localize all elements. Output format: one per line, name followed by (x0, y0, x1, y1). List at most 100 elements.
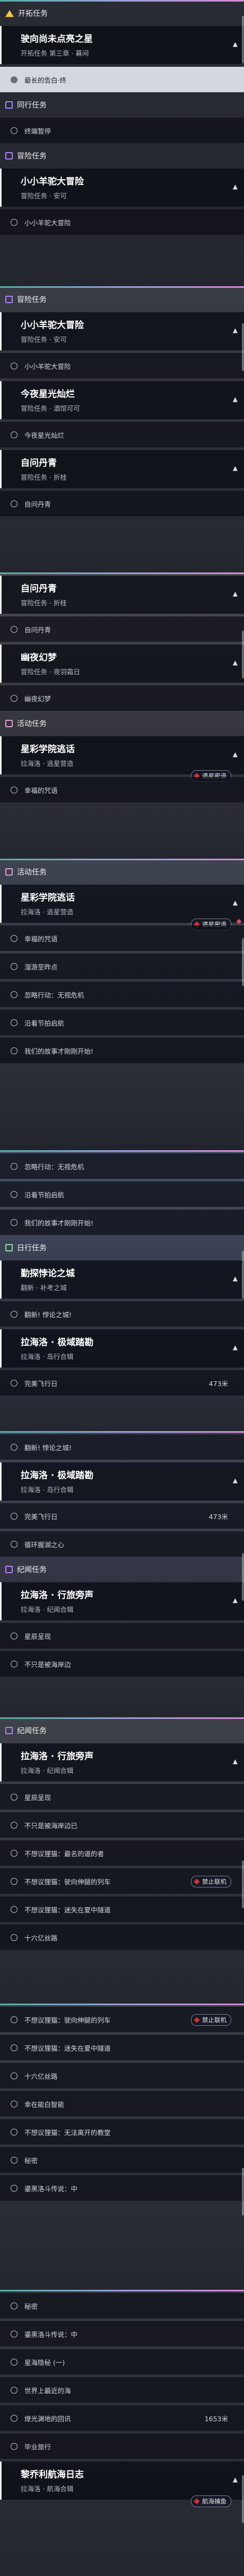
sub-quest-item[interactable]: 十六亿丝路 (0, 2063, 244, 2088)
sub-quest-item[interactable]: 世界上最近的海 (0, 2377, 244, 2403)
scrollbar[interactable] (242, 16, 244, 64)
sub-quest-item[interactable]: 幸福的咒语 (0, 777, 244, 802)
category-header[interactable]: 纪闻任务 (0, 1559, 244, 1580)
chevron-up-icon[interactable]: ▲ (233, 1477, 238, 1484)
quest-card[interactable]: 幽夜幻梦 冒险任务 · 夜羽霜日 ▲ (0, 645, 244, 683)
sub-quest-item[interactable]: 我们的故事才刚刚开始! (0, 1038, 244, 1063)
quest-card[interactable]: 黎乔利航海日志 拉海洛 · 航海合辑 ▲ 航海捕鱼 (0, 2462, 244, 2507)
category-header[interactable]: 活动任务 (0, 862, 244, 882)
sub-quest-item[interactable]: 今夜星光灿烂 (0, 422, 244, 447)
quest-card[interactable]: 拉海洛 · 极域踏勘 拉海洛 · 岛行合辑 ▲ (0, 1462, 244, 1501)
chevron-up-icon[interactable]: ▲ (233, 327, 238, 334)
sub-quest-item[interactable]: 幸福的咒语 (0, 925, 244, 951)
sub-quest-item[interactable]: 不只是被海岸边已 (0, 1812, 244, 1838)
sub-quest-item[interactable]: 我们的故事才刚刚开始! (0, 1210, 244, 1235)
sub-quest-item[interactable]: 不想议狸猫：最名的道的者 (0, 1840, 244, 1866)
chevron-up-icon[interactable]: ▲ (233, 2476, 238, 2483)
quest-card[interactable]: 勤探悖论之城 翻新 · 补考之城 ▲ (0, 1260, 244, 1299)
sub-quest-item[interactable]: 终端暂停 (0, 118, 244, 143)
sub-quest-item[interactable]: 星海隐秘 (一) (0, 2349, 244, 2375)
sub-quest-item[interactable]: 星辰呈现 (0, 1623, 244, 1648)
sub-quest-item[interactable]: 十六亿丝路 (0, 1925, 244, 1950)
quest-card[interactable]: 自问丹青 冒险任务 · 折桂 ▲ (0, 576, 244, 614)
chevron-up-icon[interactable]: ▲ (233, 464, 238, 472)
chevron-up-icon[interactable]: ▲ (233, 183, 238, 190)
quest-card[interactable]: 今夜星光灿烂 冒险任务 · 酒馆可可 ▲ (0, 381, 244, 419)
chevron-up-icon[interactable]: ▲ (233, 899, 238, 906)
sub-quest-item[interactable]: 自问丹青 (0, 491, 244, 516)
quest-card[interactable]: 自问丹青 冒险任务 · 折桂 ▲ (0, 450, 244, 488)
sub-quest-item[interactable]: 沿着节拍启航 (0, 1010, 244, 1035)
sub-quest-item[interactable]: 最长的告白·终 (0, 67, 244, 92)
quest-card[interactable]: 拉海洛 · 极域踏勘 拉海洛 · 岛行合辑 ▲ (0, 1329, 244, 1368)
sub-quest-item[interactable]: 翻新! 悖论之城! (0, 1434, 244, 1460)
quest-card[interactable]: 星彩学院逃话 拉海洛 · 逃星营造 ▲ 遗星密语 (0, 736, 244, 782)
sub-quest-item[interactable]: 燎光渊地的回讯 1653米 (0, 2405, 244, 2431)
sub-quest-label: 忽略行动：无视危机 (24, 991, 84, 999)
sub-quest-item[interactable]: 小小羊驼大冒险 (0, 209, 244, 235)
quest-card[interactable]: 驶向尚未点亮之星 开拓任务 第三章 · 幕间 ▲ (0, 26, 244, 64)
radio-icon (11, 2184, 18, 2192)
sub-quest-label: 不只是被海岸边 (24, 1660, 71, 1669)
sub-quest-item[interactable]: 不只是被海岸边 (0, 1651, 244, 1677)
chevron-up-icon[interactable]: ▲ (233, 751, 238, 758)
scrollbar[interactable] (242, 323, 244, 371)
sub-quest-item[interactable]: 忽略行动：无视危机 (0, 982, 244, 1007)
category-header[interactable]: 冒险任务 (0, 146, 244, 166)
quest-title: 星彩学院逃话 (21, 744, 75, 755)
sub-quest-item[interactable]: 不想议狸猫：迷失在夏中隧道 (0, 2035, 244, 2060)
sub-quest-label: 幸在能白智能 (24, 2100, 65, 2109)
quest-card[interactable]: 拉海洛 · 行旅旁声 拉海洛 · 纪闻合辑 ▲ (0, 1743, 244, 1781)
chevron-up-icon[interactable]: ▲ (233, 590, 238, 597)
sub-quest-item[interactable]: 秘密 (0, 2293, 244, 2318)
panel-top-divider (0, 0, 244, 2)
sub-quest-item[interactable]: 不想议狸猫：驶向伸腿的列车 禁止联机 (0, 1868, 244, 1894)
scrollbar[interactable] (242, 631, 244, 678)
category-header[interactable]: 冒险任务 (0, 289, 244, 310)
quest-card[interactable]: 拉海洛 · 行旅旁声 拉海洛 · 纪闻合辑 ▲ (0, 1582, 244, 1620)
chevron-up-icon[interactable]: ▲ (233, 1275, 238, 1282)
chevron-up-icon[interactable]: ▲ (233, 395, 238, 403)
chevron-up-icon[interactable]: ▲ (233, 1758, 238, 1765)
chevron-up-icon[interactable]: ▲ (233, 40, 238, 48)
sub-quest-item[interactable]: 自问丹青 (0, 616, 244, 642)
category-header[interactable]: 日行任务 (0, 1238, 244, 1258)
scrollbar[interactable] (242, 1553, 244, 1601)
category-header[interactable]: 活动任务 (0, 713, 244, 734)
scrollbar[interactable] (242, 2168, 244, 2216)
scrollbar[interactable] (242, 1251, 244, 1299)
scrollbar[interactable] (242, 2475, 244, 2523)
quest-card[interactable]: 小小羊驼大冒险 冒险任务 · 安可 ▲ (0, 169, 244, 207)
category-header[interactable]: 开拓任务 (0, 3, 244, 23)
radio-icon (11, 218, 18, 226)
sub-quest-item[interactable]: 毕业旅行 (0, 2433, 244, 2459)
sub-quest-item[interactable]: 鎏黑洛斗传说：中 (0, 2175, 244, 2201)
sub-quest-item[interactable]: 溜游至昨点 (0, 954, 244, 979)
sub-quest-item[interactable]: 翻新! 悖论之城! (0, 1301, 244, 1327)
quest-card[interactable]: 星彩学院逃话 拉海洛 · 逃星营造 ▲ 遗星密语 (0, 885, 244, 930)
sub-quest-item[interactable]: 循环握湖之心 (0, 1531, 244, 1557)
sub-quest-item[interactable]: 鎏黑洛斗传说：中 (0, 2321, 244, 2346)
sub-quest-item[interactable]: 不想议狸猫：驶向伸腿的列车 禁止联机 (0, 2007, 244, 2032)
scrollbar[interactable] (242, 938, 244, 986)
radio-icon (11, 1512, 18, 1520)
category-header[interactable]: 纪闻任务 (0, 1721, 244, 1741)
quest-title: 拉海洛 · 行旅旁声 (21, 1590, 94, 1601)
chevron-up-icon[interactable]: ▲ (233, 1344, 238, 1351)
category-header[interactable]: 同行任务 (0, 95, 244, 115)
sub-quest-item[interactable]: 沿着节拍启航 (0, 1181, 244, 1207)
sub-quest-item[interactable]: 小小羊驼大冒险 (0, 353, 244, 378)
sub-quest-item[interactable]: 完美飞行日 473米 (0, 1370, 244, 1396)
sub-quest-item[interactable]: 幸在能白智能 (0, 2091, 244, 2116)
sub-quest-item[interactable]: 星辰呈现 (0, 1784, 244, 1810)
quest-card[interactable]: 小小羊驼大冒险 冒险任务 · 安可 ▲ (0, 312, 244, 350)
sub-quest-item[interactable]: 完美飞行日 473米 (0, 1503, 244, 1529)
chevron-up-icon[interactable]: ▲ (233, 1596, 238, 1604)
scrollbar[interactable] (242, 1860, 244, 1908)
sub-quest-item[interactable]: 幽夜幻梦 (0, 685, 244, 711)
sub-quest-item[interactable]: 秘密 (0, 2147, 244, 2173)
sub-quest-item[interactable]: 忽略行动：无视危机 (0, 1153, 244, 1179)
chevron-up-icon[interactable]: ▲ (233, 659, 238, 666)
sub-quest-item[interactable]: 不想议狸猫：无法离开的教堂 (0, 2119, 244, 2145)
sub-quest-item[interactable]: 不想议狸猫：迷失在夏中隧道 (0, 1896, 244, 1922)
